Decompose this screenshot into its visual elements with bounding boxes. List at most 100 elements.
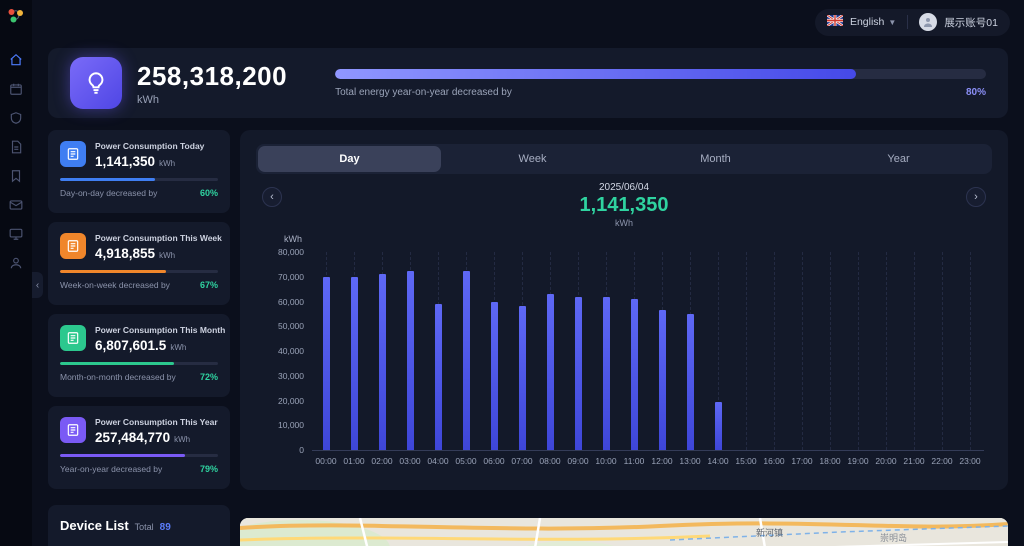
stat-percent: 67% [199, 280, 218, 290]
stat-title: Power Consumption This Week [95, 233, 222, 243]
stat-unit: kWh [170, 343, 187, 352]
device-list-card[interactable]: Device List Total 89 [48, 505, 230, 546]
calendar-icon[interactable] [9, 81, 24, 96]
next-day-button[interactable]: › [966, 187, 986, 207]
stat-value: 6,807,601.5 [95, 338, 167, 353]
stats-column: Power Consumption Today 1,141,350 kWh Da… [48, 130, 230, 498]
chart-tabs: Day Week Month Year [256, 144, 992, 174]
stat-progress-fill [60, 270, 166, 273]
topbar: English ▼ 展示账号01 [32, 0, 1024, 44]
avatar[interactable] [919, 13, 938, 31]
lightbulb-icon [70, 57, 122, 109]
meter-icon [60, 325, 86, 351]
chart-bar [630, 299, 638, 450]
gridline [802, 252, 803, 450]
stat-card-month[interactable]: Power Consumption This Month 6,807,601.5… [48, 314, 230, 397]
stat-percent: 79% [199, 464, 218, 474]
selected-day-total: 1,141,350 [579, 194, 669, 216]
meter-icon [60, 141, 86, 167]
gridline [970, 252, 971, 450]
progress-fill [335, 68, 856, 79]
chart-bar [350, 276, 358, 450]
gridline [746, 252, 747, 450]
gridline [774, 252, 775, 450]
tab-day[interactable]: Day [258, 146, 441, 172]
progress-percent: 80% [965, 86, 986, 98]
stat-progress-track [60, 362, 218, 365]
topbar-user-cluster: English ▼ 展示账号01 [814, 8, 1010, 36]
total-energy-progress: Total energy year-on-year decreased by 8… [335, 68, 986, 98]
app-logo-icon[interactable] [6, 6, 26, 26]
stat-label: Day-on-day decreased by [60, 188, 158, 198]
sidebar-collapse-handle[interactable]: ‹ [32, 272, 43, 298]
gridline [830, 252, 831, 450]
y-tick-label: 50,000 [278, 321, 304, 332]
shield-icon[interactable] [9, 110, 24, 125]
chevron-down-icon[interactable]: ▼ [888, 18, 896, 27]
gridline [942, 252, 943, 450]
document-icon[interactable] [9, 139, 24, 154]
tab-week[interactable]: Week [441, 146, 624, 172]
prev-day-button[interactable]: ‹ [262, 187, 282, 207]
chart-bar [434, 303, 442, 450]
stat-card-year[interactable]: Power Consumption This Year 257,484,770 … [48, 406, 230, 489]
y-tick-label: 20,000 [278, 395, 304, 406]
device-total-value: 89 [159, 522, 171, 533]
stat-value: 1,141,350 [95, 154, 156, 169]
consumption-chart-panel: Day Week Month Year ‹ › 2025/06/04 1,141,35… [240, 130, 1008, 490]
stat-progress-track [60, 454, 218, 457]
chart-bar [518, 306, 526, 450]
chart-bar [714, 401, 722, 450]
total-energy-unit: kWh [137, 93, 159, 106]
progress-track [335, 68, 986, 79]
map-label-town: 新河镇 [756, 527, 783, 538]
x-tick-label: 23:00 [959, 456, 981, 466]
y-tick-label: 70,000 [278, 271, 304, 282]
stat-value: 4,918,855 [95, 246, 156, 261]
monitor-icon[interactable] [9, 226, 24, 241]
bookmark-icon[interactable] [9, 168, 24, 183]
stat-progress-fill [60, 362, 174, 365]
y-tick-label: 40,000 [278, 346, 304, 356]
x-axis-line [312, 450, 984, 451]
mail-icon[interactable] [9, 197, 24, 212]
device-total-label: Total [134, 522, 154, 532]
total-energy-value: 258,318,200 [137, 60, 288, 91]
chart-bar [686, 313, 694, 450]
stat-card-week[interactable]: Power Consumption This Week 4,918,855 kW… [48, 222, 230, 305]
map-label-island: 崇明岛 [880, 532, 907, 543]
y-tick-label: 60,000 [278, 296, 304, 307]
chart-bar [574, 296, 582, 450]
y-tick-label: 10,000 [278, 420, 304, 431]
stat-card-today[interactable]: Power Consumption Today 1,141,350 kWh Da… [48, 130, 230, 213]
stat-percent: 72% [199, 372, 218, 382]
chart-bar [602, 296, 610, 450]
uk-flag-icon [826, 13, 844, 31]
selected-date: 2025/06/04 [598, 182, 650, 193]
tab-year[interactable]: Year [807, 146, 990, 172]
stat-unit: kWh [159, 251, 176, 260]
chart-bar [462, 270, 470, 450]
stat-progress-track [60, 178, 218, 181]
selected-day-unit: kWh [615, 218, 633, 228]
meter-icon [60, 233, 86, 259]
chart-bar [378, 274, 386, 450]
stat-value: 257,484,770 [95, 430, 171, 445]
device-map[interactable]: 新河镇 崇明岛 [240, 518, 1008, 546]
gridline [858, 252, 859, 450]
language-selector[interactable]: English [850, 16, 884, 28]
stat-title: Power Consumption This Month [95, 325, 226, 335]
y-tick-label: 0 [299, 445, 304, 455]
stat-unit: kWh [159, 159, 176, 168]
chart-bar [490, 301, 498, 450]
device-list-title: Device List [60, 518, 129, 533]
home-icon[interactable] [9, 52, 24, 67]
user-icon[interactable] [9, 255, 24, 270]
stat-percent: 60% [199, 188, 218, 198]
account-name[interactable]: 展示账号01 [944, 15, 998, 30]
stat-unit: kWh [174, 435, 191, 444]
tab-month[interactable]: Month [624, 146, 807, 172]
y-tick-label: 30,000 [278, 370, 304, 381]
chart-bar [406, 270, 414, 450]
stat-label: Week-on-week decreased by [60, 280, 170, 290]
